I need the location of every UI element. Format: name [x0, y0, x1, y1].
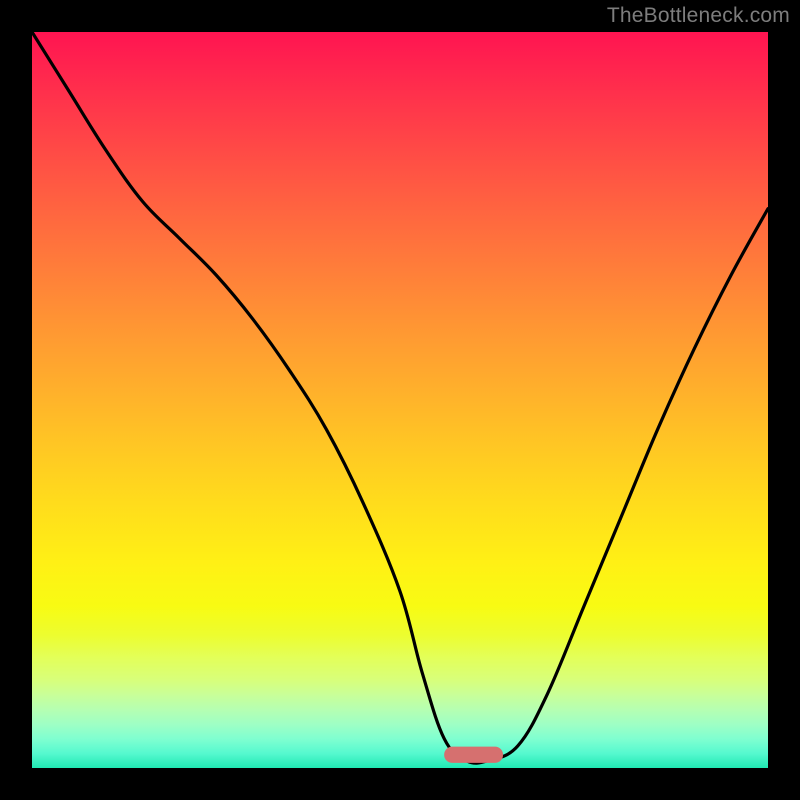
watermark-text: TheBottleneck.com — [607, 4, 790, 28]
plot-area — [32, 32, 768, 768]
chart-frame: TheBottleneck.com — [0, 0, 800, 800]
bottleneck-curve — [32, 32, 768, 763]
curve-layer — [32, 32, 768, 768]
optimal-marker — [444, 747, 503, 763]
